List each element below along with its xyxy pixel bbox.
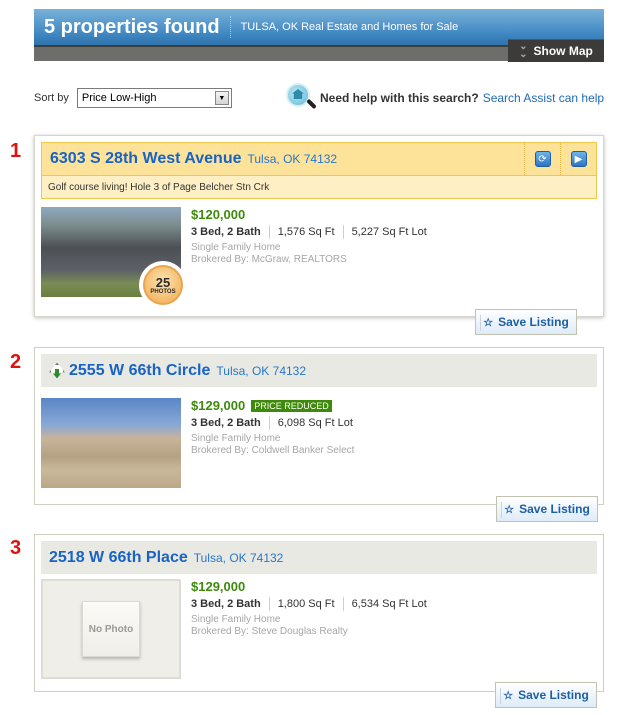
photo-count-badge[interactable]: 25 PHOTOS (139, 261, 187, 309)
listing-city-link[interactable]: Tulsa, OK 74132 (216, 364, 306, 378)
help-question: Need help with this search? (320, 91, 479, 105)
spec-divider (342, 225, 344, 239)
no-photo-card: No Photo (82, 601, 140, 657)
listing-info: $129,000 3 Bed, 2 Bath 1,800 Sq Ft 6,534… (181, 579, 427, 679)
listing-address-link[interactable]: 2518 W 66th Place (49, 549, 188, 567)
beds-baths: 3 Bed, 2 Bath (191, 598, 261, 610)
double-chevron-down-icon: ⌄ ⌄ (519, 41, 528, 60)
listing-card: 2518 W 66th Place Tulsa, OK 74132 No Pho… (34, 534, 604, 692)
save-listing-button[interactable]: ☆ Save Listing (475, 309, 577, 335)
play-icon[interactable]: ▶ (570, 151, 587, 167)
listing-tagline: Golf course living! Hole 3 of Page Belch… (41, 175, 597, 199)
broker: Brokered By: Coldwell Banker Select (191, 445, 355, 456)
listing-number: 3 (10, 537, 22, 559)
broker: Brokered By: Steve Douglas Realty (191, 626, 348, 637)
search-assist: Need help with this search? Search Assis… (286, 83, 604, 113)
price-reduced-badge: PRICE REDUCED (251, 399, 332, 412)
search-assist-link[interactable]: Search Assist can help (483, 91, 604, 105)
listing-actions: ⟳ ▶ (524, 143, 596, 175)
listing-card: 2555 W 66th Circle Tulsa, OK 74132 $129,… (34, 347, 604, 505)
results-subtitle: TULSA, OK Real Estate and Homes for Sale (240, 21, 459, 33)
listing-address-link[interactable]: 2555 W 66th Circle (69, 362, 210, 380)
photo-count-label: PHOTOS (150, 288, 176, 295)
listing-number: 2 (10, 351, 22, 373)
listing-body: No Photo $129,000 3 Bed, 2 Bath 1,800 Sq… (35, 574, 603, 679)
listing-specs: 3 Bed, 2 Bath 1,576 Sq Ft 5,227 Sq Ft Lo… (191, 225, 427, 239)
spec-divider (268, 225, 270, 239)
sqft: 1,800 Sq Ft (277, 598, 335, 610)
listing-title-bar: 6303 S 28th West Avenue Tulsa, OK 74132 … (41, 142, 597, 175)
sqft: 1,576 Sq Ft (277, 226, 335, 238)
property-type: Single Family Home (191, 242, 281, 253)
listing-city-link[interactable]: Tulsa, OK 74132 (248, 152, 338, 166)
results-count-title: 5 properties found (44, 15, 220, 38)
listing-price: $129,000 (191, 579, 246, 594)
listing-card: 6303 S 28th West Avenue Tulsa, OK 74132 … (34, 135, 604, 317)
listing-title-bar: 2555 W 66th Circle Tulsa, OK 74132 (41, 354, 597, 387)
lot-size: 5,227 Sq Ft Lot (351, 226, 427, 238)
broker: Brokered By: McGraw, REALTORS (191, 254, 347, 265)
save-listing-button[interactable]: ☆ Save Listing (495, 682, 597, 708)
listing-city-link[interactable]: Tulsa, OK 74132 (194, 551, 284, 565)
sort-control: Sort by Price Low-High ▼ (34, 88, 232, 108)
listing-photo[interactable]: 25 PHOTOS (41, 207, 187, 309)
star-outline-icon: ☆ (483, 316, 494, 329)
listing-body: 25 PHOTOS $120,000 3 Bed, 2 Bath 1,576 S… (35, 199, 603, 309)
listing-title-bar: 2518 W 66th Place Tulsa, OK 74132 (41, 541, 597, 574)
beds-baths: 3 Bed, 2 Bath (191, 226, 261, 238)
refresh-icon[interactable]: ⟳ (534, 151, 551, 167)
save-listing-label: Save Listing (498, 315, 569, 329)
listing-info: $120,000 3 Bed, 2 Bath 1,576 Sq Ft 5,227… (181, 207, 427, 297)
listing-info: $129,000 PRICE REDUCED 3 Bed, 2 Bath 6,0… (181, 398, 354, 488)
sort-selected-value: Price Low-High (81, 92, 157, 104)
listing-photo[interactable] (41, 398, 181, 488)
save-listing-label: Save Listing (519, 502, 590, 516)
spec-divider (342, 597, 344, 611)
lot-size: 6,534 Sq Ft Lot (351, 598, 427, 610)
show-map-label: Show Map (533, 44, 593, 58)
listing-specs: 3 Bed, 2 Bath 6,098 Sq Ft Lot (191, 416, 354, 430)
property-type: Single Family Home (191, 614, 281, 625)
dropdown-arrow-icon[interactable]: ▼ (214, 91, 229, 105)
lot-size: 6,098 Sq Ft Lot (277, 417, 353, 429)
spec-divider (268, 597, 270, 611)
listing-number: 1 (10, 140, 22, 162)
save-listing-label: Save Listing (518, 688, 589, 702)
no-photo-placeholder: No Photo (41, 579, 181, 679)
house-magnifier-icon (286, 83, 317, 113)
house-download-icon (49, 362, 65, 379)
photo-count: 25 (155, 274, 171, 290)
header-divider (229, 16, 231, 38)
star-outline-icon: ☆ (503, 689, 514, 702)
action-slot: ⟳ (524, 143, 560, 175)
listing-body: $129,000 PRICE REDUCED 3 Bed, 2 Bath 6,0… (35, 387, 603, 488)
show-map-button[interactable]: ⌄ ⌄ Show Map (508, 39, 604, 62)
listing-price: $129,000 (191, 398, 246, 413)
star-outline-icon: ☆ (504, 503, 515, 516)
listing-price: $120,000 (191, 207, 246, 222)
spec-divider (268, 416, 270, 430)
action-slot: ▶ (560, 143, 596, 175)
sort-label: Sort by (34, 92, 69, 104)
listing-specs: 3 Bed, 2 Bath 1,800 Sq Ft 6,534 Sq Ft Lo… (191, 597, 427, 611)
save-listing-button[interactable]: ☆ Save Listing (496, 496, 598, 522)
sort-select[interactable]: Price Low-High ▼ (76, 88, 232, 108)
listing-address-link[interactable]: 6303 S 28th West Avenue (50, 150, 242, 168)
property-type: Single Family Home (191, 433, 281, 444)
results-header: 5 properties found TULSA, OK Real Estate… (34, 9, 604, 62)
beds-baths: 3 Bed, 2 Bath (191, 417, 261, 429)
